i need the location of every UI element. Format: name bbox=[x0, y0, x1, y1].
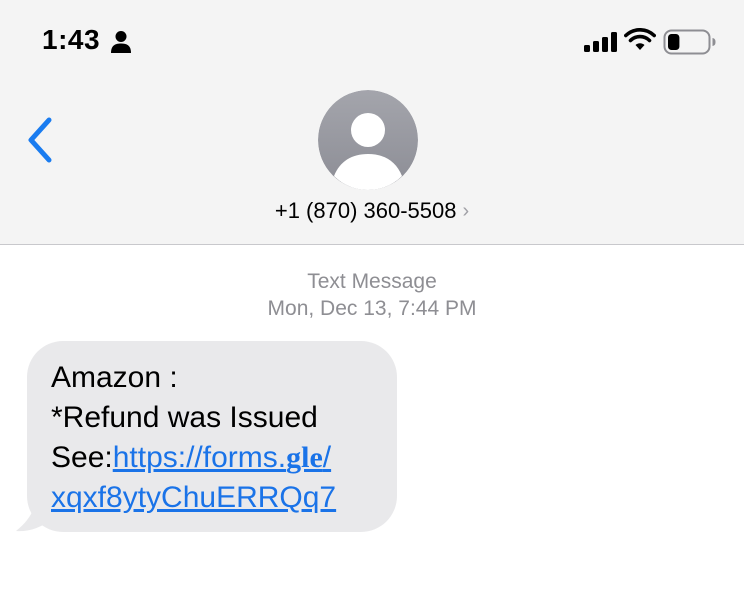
message-line: Amazon : bbox=[51, 361, 178, 394]
contact-avatar-icon bbox=[318, 90, 418, 190]
message-line-with-link: See:https://forms.gle/ bbox=[51, 438, 391, 478]
message-link-continued[interactable]: xqxf8ytyChuERRQq7 bbox=[51, 481, 336, 514]
message-text: Amazon : *Refund was Issued See:https://… bbox=[51, 358, 391, 518]
contact-name-button[interactable]: +1 (870) 360-5508 › bbox=[0, 198, 744, 224]
person-icon bbox=[111, 31, 131, 53]
status-time: 1:43 bbox=[42, 24, 101, 55]
messages-screen: 1:43 +1 (870) 360-5508 › Text Message Mo… bbox=[0, 0, 744, 606]
link-text: gle bbox=[286, 441, 323, 474]
message-timestamp: Mon, Dec 13, 7:44 PM bbox=[267, 297, 477, 320]
message-line: *Refund was Issued bbox=[51, 401, 318, 434]
conversation-header: 1:43 +1 (870) 360-5508 › bbox=[0, 0, 744, 245]
chevron-right-icon: › bbox=[462, 200, 470, 222]
link-text: / bbox=[322, 441, 332, 474]
wifi-icon bbox=[624, 28, 656, 50]
back-chevron-icon[interactable] bbox=[22, 114, 62, 166]
see-label: See: bbox=[51, 441, 113, 474]
contact-number: +1 (870) 360-5508 bbox=[274, 198, 457, 223]
cellular-signal-icon bbox=[584, 32, 617, 52]
message-line-link-continued: xqxf8ytyChuERRQq7 bbox=[51, 478, 391, 518]
battery-icon bbox=[663, 29, 716, 55]
message-type-label: Text Message bbox=[307, 270, 437, 293]
contact-avatar[interactable] bbox=[318, 90, 418, 190]
message-link[interactable]: https://forms.gle/ bbox=[113, 441, 331, 474]
link-text: https://forms. bbox=[112, 441, 287, 474]
